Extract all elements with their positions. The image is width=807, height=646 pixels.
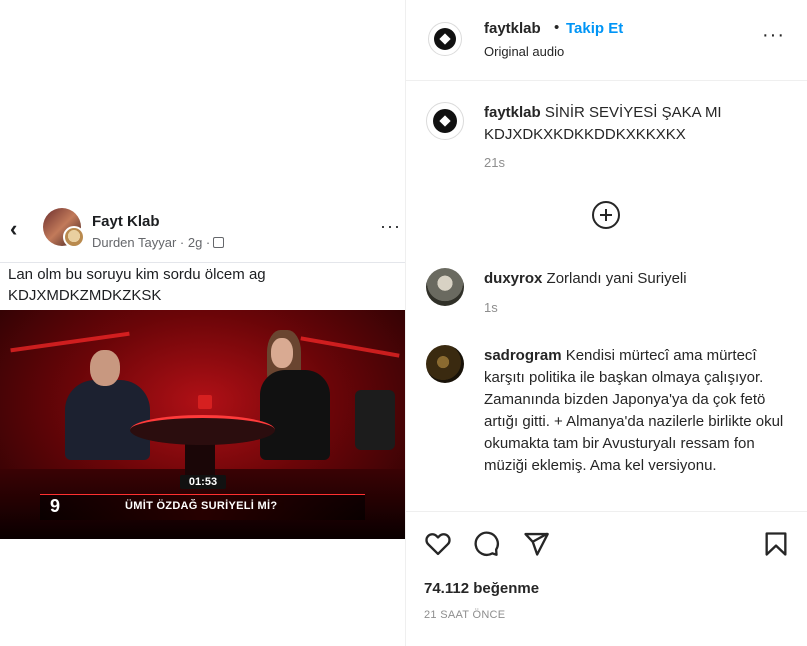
fb-post-meta: Durden Tayyar · 2g · <box>92 235 225 250</box>
comment-text: sadrogram Kendisi mürtecî ama mürtecî ka… <box>484 345 789 477</box>
commenter-avatar[interactable] <box>426 345 464 383</box>
post-header: faytklab • Takip Et Original audio ··· <box>406 0 807 81</box>
comment-body: Kendisi mürtecî ama mürtecî karşıtı poli… <box>484 347 784 474</box>
comment-icon[interactable] <box>472 530 500 558</box>
caption-text: faytklab SİNİR SEVİYESİ ŞAKA MI KDJXDKXK… <box>484 102 789 146</box>
fb-post-header: ‹ Fayt Klab Durden Tayyar · 2g · ··· <box>0 200 405 263</box>
load-more-icon[interactable] <box>592 201 620 229</box>
comment-username[interactable]: sadrogram <box>484 347 562 364</box>
bookmark-icon[interactable] <box>762 530 790 558</box>
mug <box>198 395 212 409</box>
fb-author-name: Fayt Klab <box>92 213 160 230</box>
fb-meta-text: Durden Tayyar · 2g · <box>92 235 211 250</box>
more-options-icon[interactable]: ··· <box>762 25 785 45</box>
post-media[interactable]: ‹ Fayt Klab Durden Tayyar · 2g · ··· Lan… <box>0 0 405 646</box>
commenter-avatar[interactable] <box>426 268 464 306</box>
header-username[interactable]: faytklab <box>484 20 541 37</box>
fb-more-icon: ··· <box>380 216 401 236</box>
channel-number: 9 <box>50 496 61 516</box>
chair <box>355 390 395 450</box>
desk <box>130 415 275 445</box>
video-frame: 01:53 9 ÜMİT ÖZDAĞ SURİYELİ Mİ? <box>0 310 405 539</box>
comment-username[interactable]: duxyrox <box>484 270 542 287</box>
heart-icon[interactable] <box>424 530 452 558</box>
audience-icon <box>213 237 225 248</box>
fb-post-text: Lan olm bu soruyu kim sordu ölcem ag KDJ… <box>8 266 266 304</box>
guest-figure <box>60 350 150 460</box>
caption-time: 21s <box>484 155 505 170</box>
comment-text: duxyrox Zorlandı yani Suriyeli <box>484 268 789 290</box>
video-timestamp: 01:53 <box>180 475 226 489</box>
caption-avatar[interactable] <box>426 102 464 140</box>
account-avatar[interactable] <box>428 22 462 56</box>
fb-sub-avatar <box>63 226 85 248</box>
lower-third-caption: ÜMİT ÖZDAĞ SURİYELİ Mİ? <box>125 500 278 512</box>
back-arrow-icon: ‹ <box>10 216 18 241</box>
comment-body: Zorlandı yani Suriyeli <box>546 270 687 287</box>
action-bar: 74.112 beğenme 21 SAAT ÖNCE <box>406 511 807 646</box>
post-time[interactable]: 21 SAAT ÖNCE <box>424 609 505 621</box>
caption-username[interactable]: faytklab <box>484 104 541 121</box>
audio-link[interactable]: Original audio <box>484 44 564 59</box>
comments-list[interactable]: faytklab SİNİR SEVİYESİ ŞAKA MI KDJXDKXK… <box>406 82 807 510</box>
host-figure <box>255 330 335 460</box>
comment-time: 1s <box>484 300 498 315</box>
post-sidebar: faytklab • Takip Et Original audio ··· f… <box>405 0 807 646</box>
share-icon[interactable] <box>522 530 550 558</box>
follow-button[interactable]: Takip Et <box>566 20 623 37</box>
facebook-screenshot: ‹ Fayt Klab Durden Tayyar · 2g · ··· Lan… <box>0 200 405 539</box>
likes-count[interactable]: 74.112 beğenme <box>424 580 539 597</box>
separator-dot: • <box>554 19 560 36</box>
divider <box>0 262 405 263</box>
